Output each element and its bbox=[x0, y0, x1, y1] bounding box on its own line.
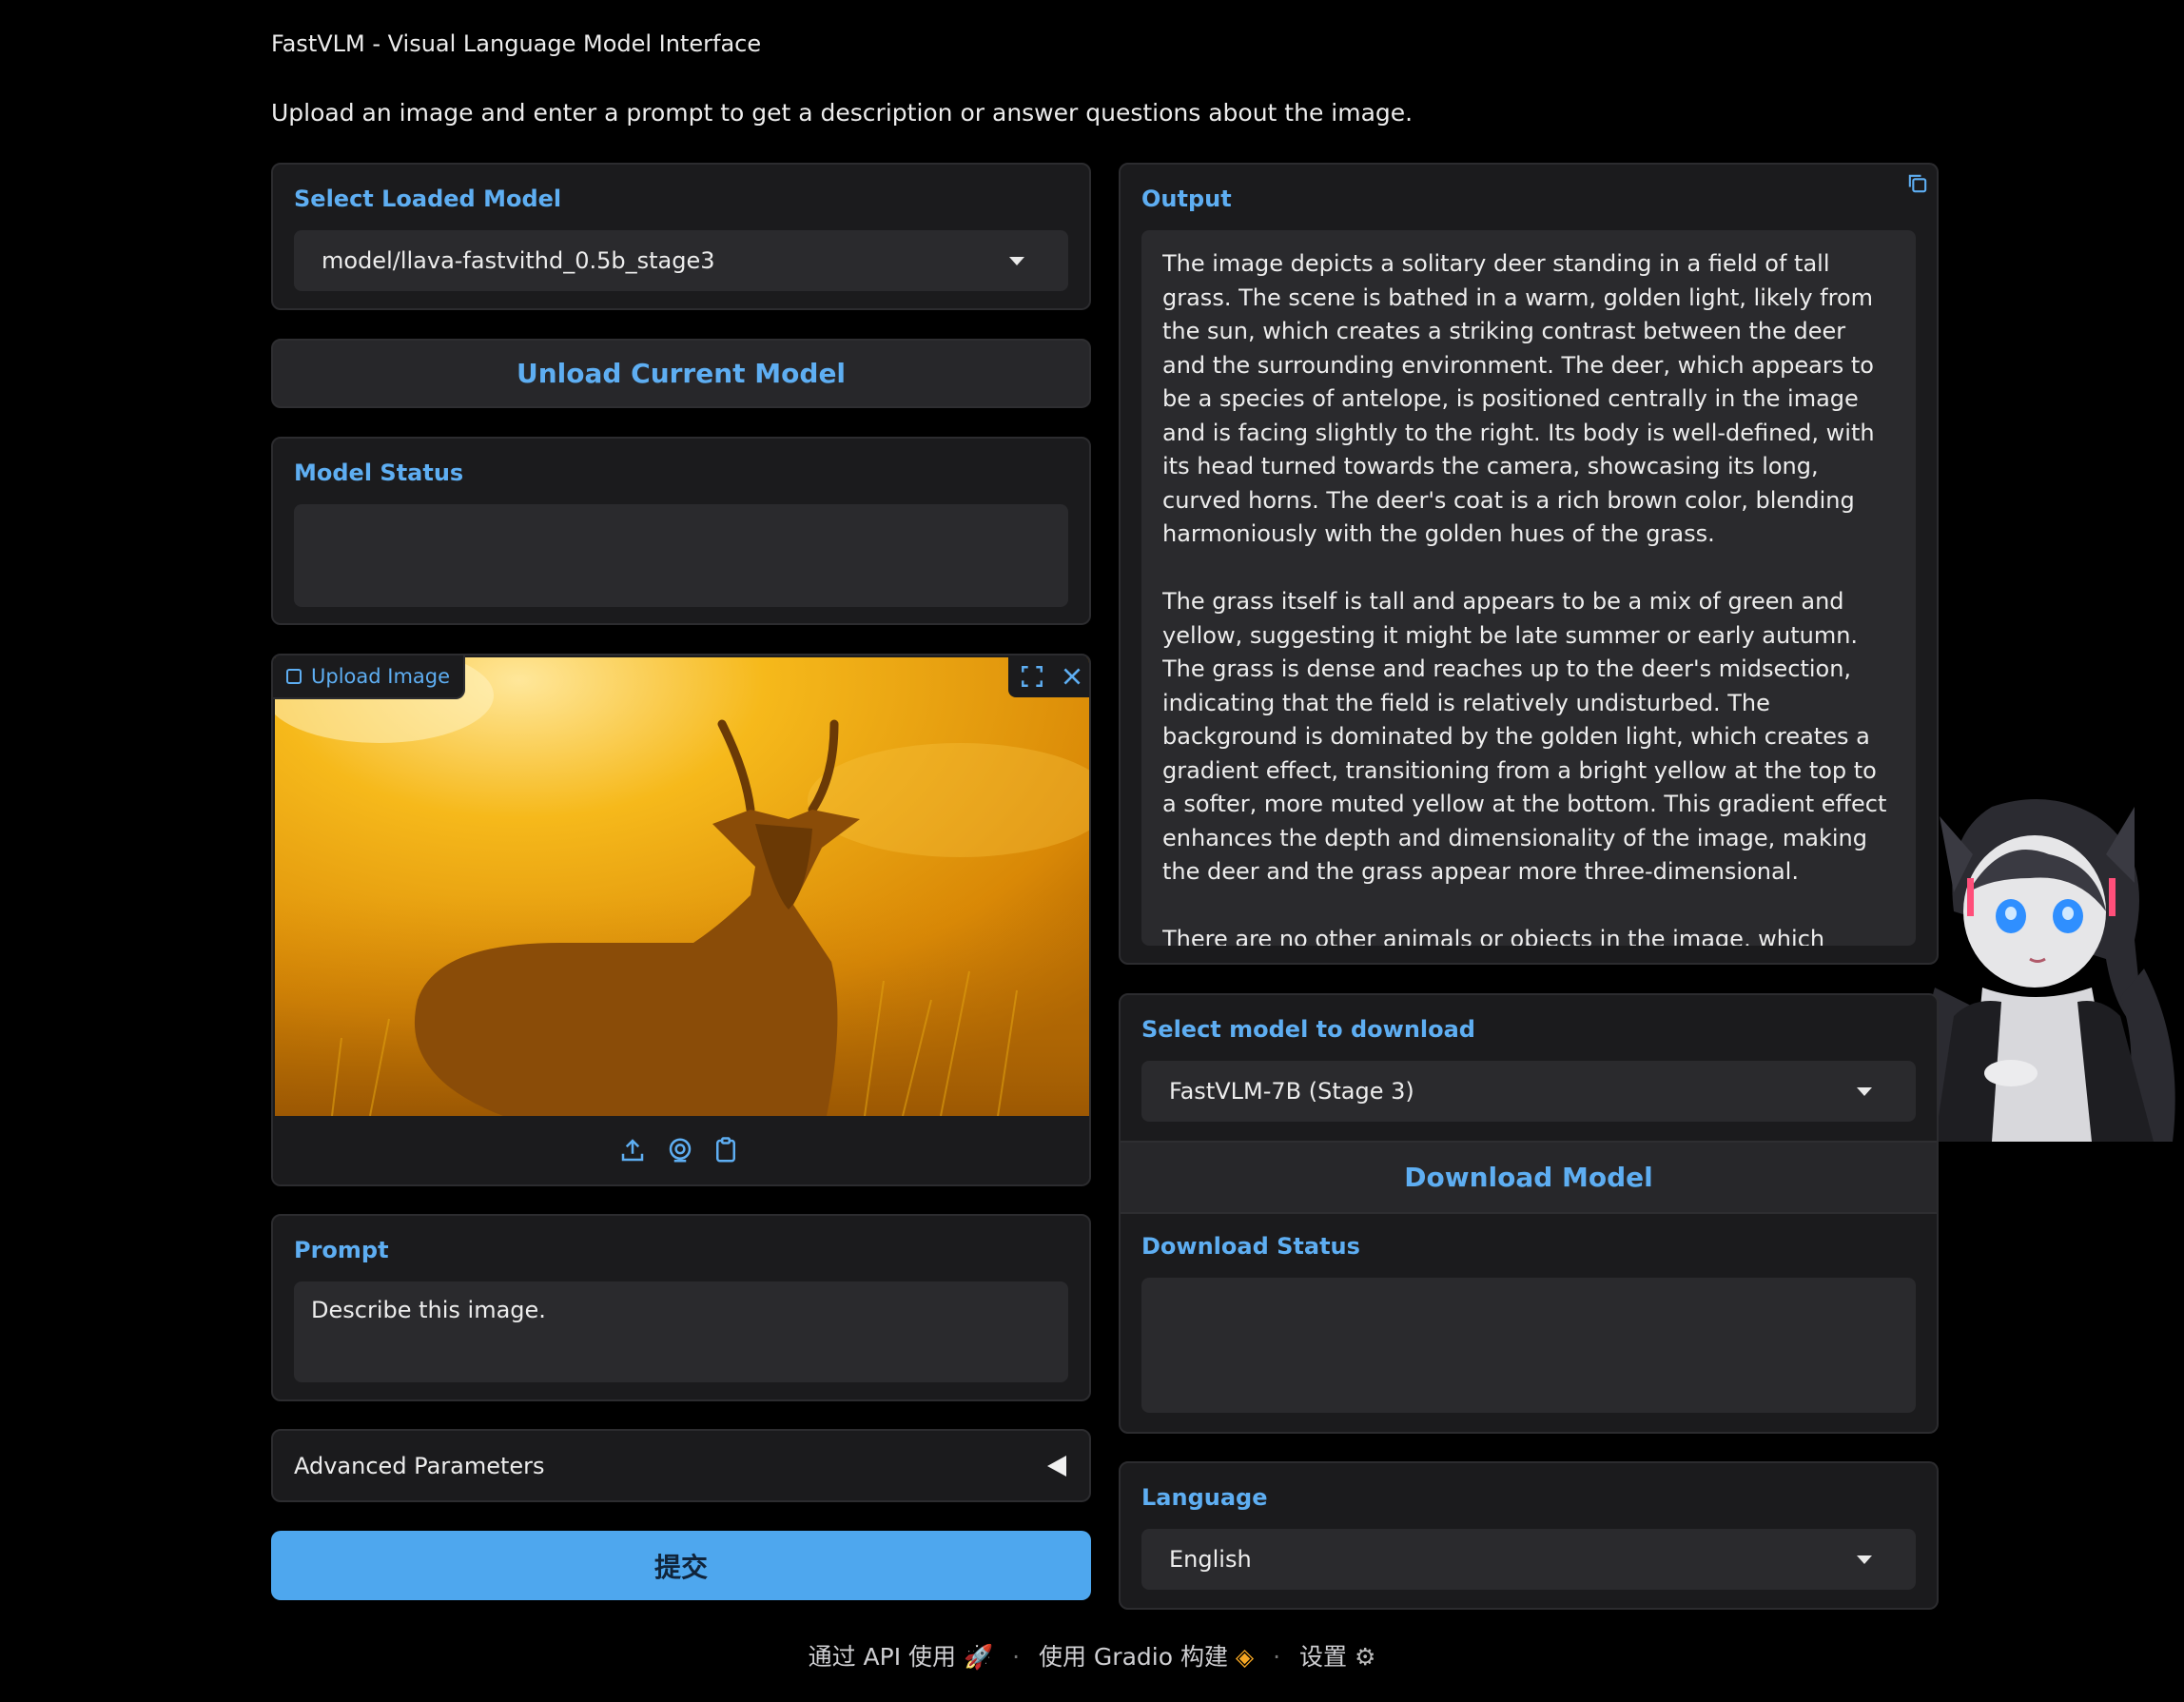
model-select-panel: Select Loaded Model model/llava-fastvith… bbox=[271, 163, 1091, 310]
download-model-dropdown[interactable]: FastVLM-7B (Stage 3) bbox=[1141, 1061, 1916, 1122]
footer-separator: · bbox=[1012, 1643, 1021, 1671]
download-select-label: Select model to download bbox=[1141, 1016, 1475, 1043]
output-text: The image depicts a solitary deer standi… bbox=[1162, 250, 1887, 946]
output-label: Output bbox=[1141, 186, 1232, 212]
footer: 通过 API 使用 🚀 · 使用 Gradio 构建 ◈ · 设置 ⚙ bbox=[0, 1638, 2184, 1673]
image-upload-panel: Upload Image bbox=[271, 654, 1091, 1186]
advanced-parameters-accordion[interactable]: Advanced Parameters bbox=[271, 1429, 1091, 1502]
fullscreen-icon[interactable] bbox=[1020, 664, 1044, 689]
footer-separator: · bbox=[1273, 1643, 1281, 1671]
prompt-label: Prompt bbox=[294, 1237, 389, 1263]
uploaded-image bbox=[275, 657, 1089, 1116]
upload-icon[interactable] bbox=[618, 1136, 647, 1164]
download-status-field[interactable] bbox=[1141, 1278, 1916, 1413]
output-textbox[interactable]: The image depicts a solitary deer standi… bbox=[1141, 230, 1916, 946]
download-panel: Select model to download FastVLM-7B (Sta… bbox=[1119, 993, 1939, 1434]
download-select-value: FastVLM-7B (Stage 3) bbox=[1169, 1078, 1414, 1105]
model-status-label: Model Status bbox=[294, 460, 464, 486]
use-via-api-link[interactable]: 通过 API 使用 🚀 bbox=[809, 1643, 994, 1671]
image-source-bar bbox=[273, 1116, 1089, 1184]
settings-link[interactable]: 设置 ⚙ bbox=[1299, 1643, 1375, 1671]
model-select-dropdown[interactable]: model/llava-fastvithd_0.5b_stage3 bbox=[294, 230, 1068, 291]
anime-character-illustration bbox=[1923, 799, 2175, 1142]
upload-image-label: Upload Image bbox=[311, 665, 451, 688]
submit-button[interactable]: 提交 bbox=[271, 1531, 1091, 1600]
chevron-down-icon bbox=[1009, 257, 1024, 265]
close-icon[interactable] bbox=[1060, 664, 1084, 689]
prompt-panel: Prompt Describe this image. bbox=[271, 1214, 1091, 1401]
model-status-field[interactable] bbox=[294, 504, 1068, 607]
copy-icon[interactable] bbox=[1904, 170, 1931, 197]
upload-image-tab: Upload Image bbox=[273, 655, 465, 699]
prompt-value: Describe this image. bbox=[311, 1297, 546, 1323]
gradio-logo-icon: ◈ bbox=[1235, 1643, 1255, 1671]
built-with-gradio-link[interactable]: 使用 Gradio 构建 ◈ bbox=[1039, 1643, 1254, 1671]
language-dropdown[interactable]: English bbox=[1141, 1529, 1916, 1590]
model-select-value: model/llava-fastvithd_0.5b_stage3 bbox=[322, 247, 715, 274]
chevron-down-icon bbox=[1857, 1555, 1872, 1564]
output-panel: Output The image depicts a solitary deer… bbox=[1119, 163, 1939, 965]
unload-model-button[interactable]: Unload Current Model bbox=[271, 339, 1091, 408]
app-description: Upload an image and enter a prompt to ge… bbox=[271, 99, 1414, 127]
language-value: English bbox=[1169, 1546, 1252, 1573]
download-model-button[interactable]: Download Model bbox=[1121, 1141, 1937, 1214]
app-title: FastVLM - Visual Language Model Interfac… bbox=[271, 30, 762, 57]
clipboard-icon[interactable] bbox=[712, 1136, 740, 1164]
image-icon bbox=[286, 669, 302, 684]
language-panel: Language English bbox=[1119, 1461, 1939, 1610]
language-label: Language bbox=[1141, 1484, 1268, 1511]
chevron-down-icon bbox=[1857, 1087, 1872, 1096]
gear-icon: ⚙ bbox=[1354, 1643, 1376, 1671]
advanced-parameters-label: Advanced Parameters bbox=[294, 1452, 545, 1479]
image-toolbar bbox=[1008, 655, 1089, 697]
download-status-label: Download Status bbox=[1141, 1233, 1360, 1260]
caret-left-icon bbox=[1047, 1455, 1066, 1477]
rocket-icon: 🚀 bbox=[963, 1643, 994, 1671]
model-select-label: Select Loaded Model bbox=[294, 186, 562, 212]
prompt-textarea[interactable]: Describe this image. bbox=[294, 1281, 1068, 1382]
model-status-panel: Model Status bbox=[271, 437, 1091, 625]
webcam-icon[interactable] bbox=[666, 1136, 694, 1164]
